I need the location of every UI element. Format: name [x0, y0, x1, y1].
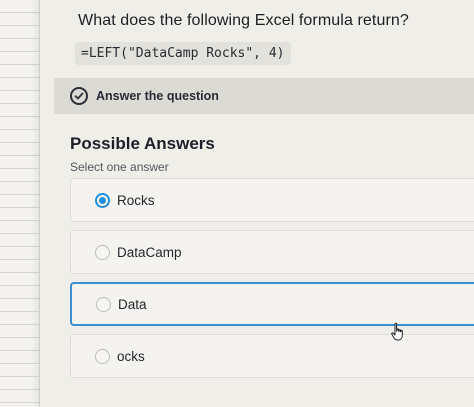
- answer-option-ocks[interactable]: ocks: [70, 334, 474, 378]
- answer-option-label: Rocks: [117, 192, 155, 208]
- answer-option-rocks[interactable]: Rocks: [70, 178, 474, 222]
- radio-unselected[interactable]: [96, 296, 111, 312]
- hand-pointer-icon: [390, 322, 406, 347]
- possible-answers-title: Possible Answers: [70, 134, 215, 153]
- answer-option-data[interactable]: Data: [70, 282, 474, 326]
- formula-code: =LEFT("DataCamp Rocks", 4): [75, 42, 291, 65]
- radio-unselected[interactable]: [95, 348, 110, 364]
- answer-option-label: Data: [118, 296, 147, 312]
- check-circle-icon: [70, 87, 88, 105]
- answer-the-question-label: Answer the question: [96, 89, 219, 103]
- answer-option-datacamp[interactable]: DataCamp: [70, 230, 474, 274]
- page: What does the following Excel formula re…: [0, 0, 474, 407]
- answer-option-label: ocks: [117, 348, 145, 364]
- answer-option-label: DataCamp: [117, 244, 182, 260]
- radio-selected[interactable]: [95, 192, 110, 208]
- question-text: What does the following Excel formula re…: [78, 12, 409, 29]
- left-edge-strip: [0, 0, 40, 407]
- exercise-panel: What does the following Excel formula re…: [40, 0, 474, 407]
- select-one-answer-hint: Select one answer: [70, 160, 169, 174]
- radio-unselected[interactable]: [95, 244, 110, 260]
- answer-the-question-bar[interactable]: Answer the question: [54, 78, 474, 114]
